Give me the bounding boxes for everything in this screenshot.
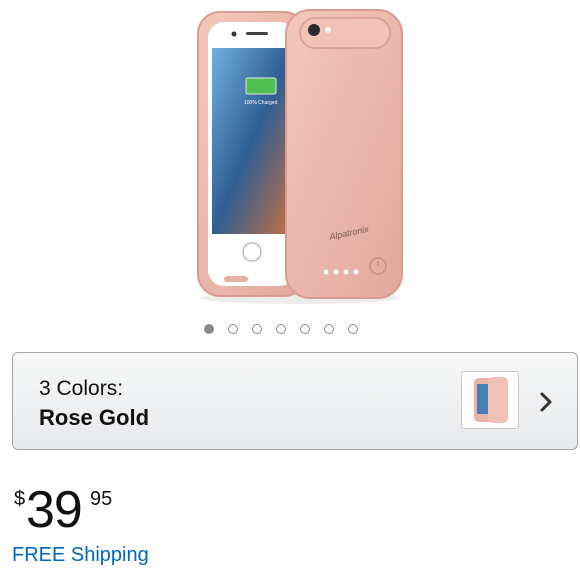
carousel-dot-3[interactable] — [252, 324, 262, 334]
price-currency-symbol: $ — [14, 488, 26, 510]
price-fraction: 95 — [90, 488, 113, 510]
color-thumbnail — [461, 371, 519, 429]
carousel-dot-1[interactable] — [204, 324, 214, 334]
screen-charge-text: 100% Charged — [244, 100, 278, 106]
selected-color-name: Rose Gold — [39, 405, 150, 430]
chevron-right-icon — [540, 392, 552, 412]
carousel-dot-2[interactable] — [228, 324, 238, 334]
carousel-dot-7[interactable] — [348, 324, 358, 334]
color-count-label: 3 Colors: — [39, 377, 124, 400]
color-selector[interactable]: 3 Colors: Rose Gold — [12, 352, 578, 450]
carousel-dot-4[interactable] — [276, 324, 286, 334]
price-whole: 39 — [26, 481, 83, 539]
carousel-dot-5[interactable] — [300, 324, 310, 334]
image-carousel-dots — [204, 324, 358, 334]
carousel-dot-6[interactable] — [324, 324, 334, 334]
product-image[interactable]: 100% Charged Alpatronix — [150, 0, 430, 310]
free-shipping-link[interactable]: FREE Shipping — [12, 544, 149, 567]
